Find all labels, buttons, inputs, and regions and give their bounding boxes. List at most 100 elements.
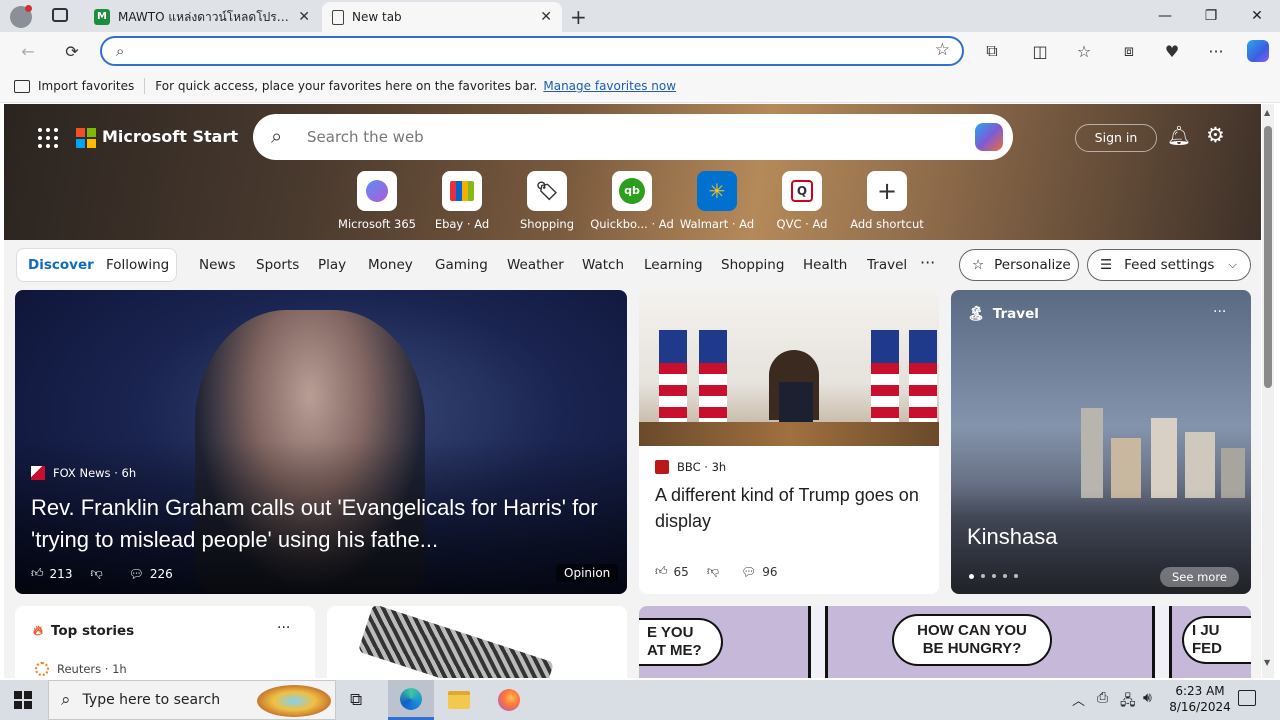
nav-health[interactable]: Health bbox=[803, 257, 847, 273]
manage-favorites-link[interactable]: Manage favorites now bbox=[543, 79, 676, 93]
travel-place[interactable]: Kinshasa bbox=[967, 524, 1058, 550]
taskbar-search-box[interactable]: ⌕ Type here to search bbox=[48, 680, 336, 720]
speech-bubble: E YOU AT ME? bbox=[639, 618, 723, 666]
nav-play[interactable]: Play bbox=[318, 257, 346, 273]
windows-start-icon[interactable] bbox=[14, 691, 32, 709]
travel-card[interactable]: 🏝︎ Travel ··· Kinshasa See more bbox=[951, 290, 1251, 594]
comic-card[interactable]: E YOU AT ME? HOW CAN YOU BE HUNGRY? I JU… bbox=[639, 606, 1251, 678]
clock[interactable]: 6:23 AM 8/16/2024 bbox=[1166, 683, 1234, 715]
tab-new-tab[interactable]: New tab ✕ bbox=[322, 2, 562, 32]
bbc-news-card[interactable]: BBC · 3h A different kind of Trump goes … bbox=[639, 290, 939, 594]
palm-tree-icon: 🏝︎ bbox=[967, 306, 985, 322]
nav-money[interactable]: Money bbox=[368, 257, 413, 273]
device-icon[interactable]: ⎙ bbox=[1097, 690, 1108, 706]
new-tab-plus-icon[interactable]: + bbox=[570, 5, 587, 29]
copilot-icon[interactable] bbox=[1244, 38, 1272, 64]
thumbs-down-icon[interactable]: 👎︎ bbox=[707, 564, 719, 579]
show-hidden-icons-chevron-icon[interactable]: ︿ bbox=[1072, 690, 1085, 709]
web-search-box[interactable]: ⌕ Search the web bbox=[253, 114, 1013, 160]
thumbs-down-icon[interactable]: 👎︎ bbox=[90, 566, 102, 581]
split-screen-icon[interactable]: ◫ bbox=[1026, 38, 1054, 64]
thumbs-up-icon[interactable]: 👍︎ bbox=[31, 566, 44, 581]
restore-icon[interactable]: ❐ bbox=[1188, 0, 1234, 32]
notifications-icon[interactable] bbox=[1238, 690, 1256, 706]
nav-shopping[interactable]: Shopping bbox=[721, 257, 784, 273]
shortcut-ebay[interactable]: Ebay · Ad bbox=[420, 171, 504, 231]
profile-avatar[interactable] bbox=[10, 5, 32, 28]
settings-gear-icon[interactable]: ⚙ bbox=[1206, 123, 1225, 147]
search-icon: ⌕ bbox=[116, 42, 125, 60]
product-card[interactable] bbox=[327, 606, 627, 678]
nav-news[interactable]: News bbox=[199, 257, 235, 273]
more-categories-icon[interactable]: ··· bbox=[920, 253, 935, 272]
browser-toolbar: ← ⟳ ⌕ ☆ ⧉ ◫ ☆ ⧈ ♥ ··· bbox=[0, 32, 1280, 70]
address-input[interactable] bbox=[142, 41, 922, 61]
brand-title[interactable]: Microsoft Start bbox=[102, 127, 238, 146]
thumbs-up-icon[interactable]: 👍︎ bbox=[655, 564, 668, 579]
see-more-button[interactable]: See more bbox=[1160, 567, 1239, 587]
nav-sports[interactable]: Sports bbox=[256, 257, 299, 273]
nav-gaming[interactable]: Gaming bbox=[435, 257, 488, 273]
close-tab-icon[interactable]: ✕ bbox=[298, 9, 310, 25]
tab-following[interactable]: Following bbox=[106, 257, 169, 273]
shortcut-qvc[interactable]: Q QVC · Ad bbox=[760, 171, 844, 231]
volume-icon[interactable]: 🔊︎ bbox=[1143, 690, 1152, 706]
shortcut-quickbooks[interactable]: qb Quickbo... · Ad bbox=[590, 171, 674, 231]
favorite-star-icon[interactable]: ☆ bbox=[935, 40, 950, 60]
close-tab-icon[interactable]: ✕ bbox=[540, 9, 552, 25]
quickbooks-icon: qb bbox=[612, 171, 652, 211]
scrollbar-thumb[interactable] bbox=[1264, 126, 1272, 388]
tab-actions-icon[interactable] bbox=[52, 8, 68, 22]
bbc-source: BBC · 3h bbox=[655, 460, 726, 474]
copilot-icon[interactable] bbox=[975, 123, 1003, 151]
comment-icon[interactable]: 💬︎ bbox=[741, 565, 756, 579]
nav-watch[interactable]: Watch bbox=[582, 257, 624, 273]
favorites-separator bbox=[144, 78, 146, 94]
comment-count: 96 bbox=[762, 564, 778, 579]
nav-learning[interactable]: Learning bbox=[644, 257, 703, 273]
bbc-reactions: 👍︎ 65 👎︎ 💬︎ 96 bbox=[655, 564, 778, 579]
close-icon[interactable]: ✕ bbox=[1234, 0, 1280, 32]
favorites-icon[interactable]: ☆ bbox=[1070, 38, 1098, 64]
minimize-icon[interactable]: — bbox=[1142, 0, 1188, 32]
city-skyline bbox=[1061, 408, 1251, 498]
tab-mawto[interactable]: M MAWTO แหล่งดาวน์โหลดโปรแกรมฟรี ✕ bbox=[84, 2, 320, 32]
travel-more-icon[interactable]: ··· bbox=[1213, 304, 1226, 320]
bbc-headline[interactable]: A different kind of Trump goes on displa… bbox=[655, 482, 925, 534]
comment-icon[interactable]: 💬︎ bbox=[129, 567, 144, 581]
shortcut-walmart[interactable]: ✳ Walmart · Ad bbox=[675, 171, 759, 231]
refresh-icon[interactable]: ⟳ bbox=[58, 38, 86, 64]
extensions-icon[interactable]: ⧉ bbox=[978, 38, 1006, 64]
collections-icon[interactable]: ⧈ bbox=[1115, 38, 1143, 64]
main-news-card[interactable]: FOX News · 6h Rev. Franklin Graham calls… bbox=[15, 290, 627, 594]
back-arrow-icon[interactable]: ← bbox=[14, 38, 42, 64]
sign-in-button[interactable]: Sign in bbox=[1075, 124, 1157, 152]
tab-label: MAWTO แหล่งดาวน์โหลดโปรแกรมฟรี bbox=[118, 9, 290, 24]
feed-settings-button[interactable]: ☰ Feed settings ⌵ bbox=[1087, 249, 1251, 281]
nav-travel[interactable]: Travel bbox=[867, 257, 907, 273]
file-explorer-icon[interactable] bbox=[448, 691, 470, 709]
scroll-down-arrow-icon[interactable]: ▼ bbox=[1264, 658, 1270, 667]
app-launcher-icon[interactable] bbox=[38, 128, 58, 148]
personalize-button[interactable]: ☆ Personalize bbox=[959, 249, 1079, 281]
shortcut-microsoft-365[interactable]: Microsoft 365 bbox=[335, 171, 419, 231]
comic-panel-3: I JU FED bbox=[1169, 606, 1251, 678]
carousel-dots[interactable] bbox=[969, 574, 1018, 579]
firefox-icon[interactable] bbox=[498, 689, 520, 711]
taskbar-edge-icon[interactable] bbox=[388, 680, 434, 720]
add-shortcut-button[interactable]: + Add shortcut bbox=[845, 171, 929, 231]
scroll-up-arrow-icon[interactable]: ▲ bbox=[1264, 108, 1270, 117]
network-icon[interactable]: 🖧︎ bbox=[1120, 690, 1136, 714]
shortcut-shopping[interactable]: 🏷︎ Shopping bbox=[505, 171, 589, 231]
nav-weather[interactable]: Weather bbox=[507, 257, 564, 273]
performance-icon[interactable]: ♥ bbox=[1158, 38, 1186, 64]
top-stories-more-icon[interactable]: ··· bbox=[277, 620, 290, 636]
tab-discover[interactable]: Discover bbox=[28, 257, 94, 273]
page-scrollbar[interactable]: ▲ ▼ bbox=[1262, 104, 1274, 678]
notifications-bell-icon[interactable]: 🔔︎ bbox=[1167, 124, 1191, 147]
task-view-icon[interactable]: ⧉ bbox=[350, 690, 362, 710]
more-options-icon[interactable]: ··· bbox=[1202, 38, 1230, 64]
main-headline[interactable]: Rev. Franklin Graham calls out 'Evangeli… bbox=[31, 492, 619, 556]
import-favorites-button[interactable]: Import favorites bbox=[38, 79, 134, 93]
address-bar[interactable]: ⌕ ☆ bbox=[100, 36, 964, 66]
